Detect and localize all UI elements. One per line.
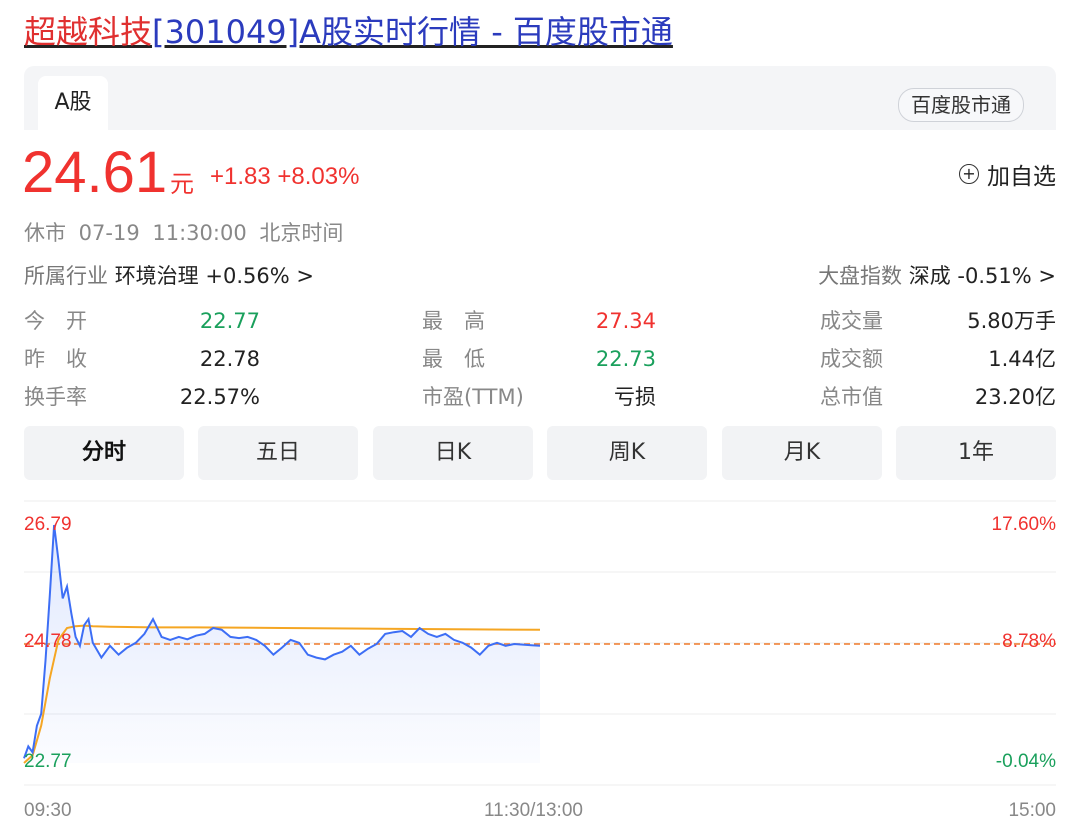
y-left-tick: 22.77 xyxy=(24,751,72,772)
amount-label: 成交额 xyxy=(820,347,883,371)
y-right-tick: 8.78% xyxy=(1002,631,1056,652)
plus-circle-icon: + xyxy=(959,164,979,184)
period-weekly-k-button[interactable]: 周K xyxy=(547,426,707,480)
turnover-rate-value: 22.57% xyxy=(179,385,260,409)
period-daily-k-button[interactable]: 日K xyxy=(373,426,533,480)
industry-value: 环境治理 +0.56% > xyxy=(114,264,314,288)
prev-close-value: 22.78 xyxy=(199,347,260,371)
pe-value: 亏损 xyxy=(614,385,656,409)
add-watchlist-button[interactable]: + 加自选 xyxy=(959,157,1056,191)
market-cap-value: 23.20亿 xyxy=(974,385,1056,409)
volume-label: 成交量 xyxy=(820,309,883,333)
turnover-rate-label: 换手率 xyxy=(24,385,87,409)
open-value: 22.77 xyxy=(199,309,260,333)
x-tick: 11:30/13:00 xyxy=(484,800,583,821)
tab-a-share[interactable]: A股 xyxy=(38,76,108,130)
market-cap-label: 总市值 xyxy=(820,385,883,409)
intraday-chart: 26.79 24.78 22.77 17.60% 8.78% -0.04% 09… xyxy=(0,490,1080,833)
price-unit: 元 xyxy=(170,170,194,198)
stats-row: 换手率 22.57% 市盈(TTM) 亏损 总市值 23.20亿 xyxy=(24,380,1056,418)
page-title-link[interactable]: 超越科技[301049]A股实时行情 - 百度股市通 xyxy=(24,10,673,54)
industry-label: 所属行业 xyxy=(24,264,108,288)
x-tick: 09:30 xyxy=(24,800,72,821)
prev-close-label: 昨 收 xyxy=(24,347,87,371)
index-value: 深成 -0.51% > xyxy=(908,264,1056,288)
high-label: 最 高 xyxy=(422,309,485,333)
volume-value: 5.80万手 xyxy=(967,309,1056,333)
title-rest: [301049]A股实时行情 - 百度股市通 xyxy=(152,13,673,51)
amount-value: 1.44亿 xyxy=(988,347,1056,371)
price-change: +1.83 +8.03% xyxy=(210,163,360,190)
stats-row: 昨 收 22.78 最 低 22.73 成交额 1.44亿 xyxy=(24,342,1056,380)
index-label: 大盘指数 xyxy=(818,264,903,288)
market-index-link[interactable]: 大盘指数 深成 -0.51% > xyxy=(818,260,1056,290)
source-pill-button[interactable]: 百度股市通 xyxy=(898,88,1024,122)
x-tick: 15:00 xyxy=(1008,800,1056,821)
low-value: 22.73 xyxy=(595,347,656,371)
period-intraday-button[interactable]: 分时 xyxy=(24,426,184,480)
y-right-tick: 17.60% xyxy=(991,514,1056,535)
period-selector: 分时 五日 日K 周K 月K 1年 xyxy=(24,426,1056,480)
intraday-chart-svg xyxy=(23,500,1056,786)
y-left-tick: 24.78 xyxy=(24,631,72,652)
high-value: 27.34 xyxy=(595,309,656,333)
low-label: 最 低 xyxy=(422,347,485,371)
period-1year-button[interactable]: 1年 xyxy=(896,426,1056,480)
period-monthly-k-button[interactable]: 月K xyxy=(722,426,882,480)
stock-name: 超越科技 xyxy=(24,13,153,51)
y-right-tick: -0.04% xyxy=(995,751,1056,772)
open-label: 今 开 xyxy=(24,309,87,333)
period-5day-button[interactable]: 五日 xyxy=(198,426,358,480)
y-left-tick: 26.79 xyxy=(24,514,72,535)
current-price: 24.61 xyxy=(22,140,168,205)
stats-row: 今 开 22.77 最 高 27.34 成交量 5.80万手 xyxy=(24,304,1056,342)
pe-label: 市盈(TTM) xyxy=(422,385,524,409)
stats-grid: 今 开 22.77 最 高 27.34 成交量 5.80万手 昨 收 22.78… xyxy=(24,304,1056,418)
market-tabbar: A股 百度股市通 xyxy=(24,66,1056,130)
price-area-fill xyxy=(24,525,540,763)
industry-link[interactable]: 所属行业 环境治理 +0.56% > xyxy=(24,260,314,290)
market-status: 休市 07-19 11:30:00 北京时间 xyxy=(24,221,344,245)
add-watchlist-label: 加自选 xyxy=(987,164,1056,190)
